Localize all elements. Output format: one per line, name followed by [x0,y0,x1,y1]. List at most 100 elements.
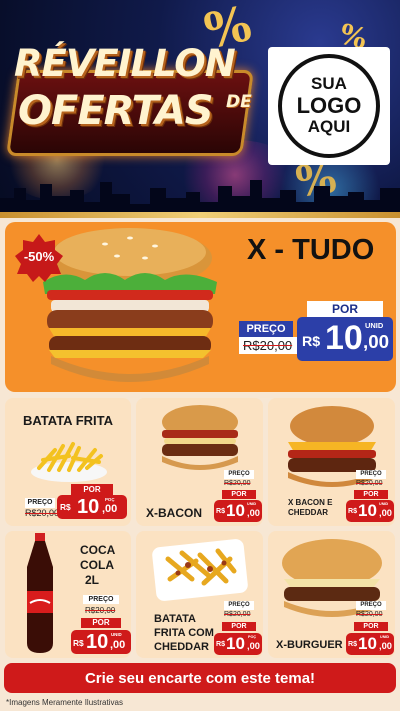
product-name-line-2: CHEDDAR [288,508,328,517]
price-integer: 10 [226,634,245,653]
preco-label: PREÇO [224,470,254,479]
hero-product-name: X - TUDO [247,234,375,266]
currency: R$ [348,640,358,648]
preco-label: PREÇO [25,498,55,508]
create-flyer-label: Crie seu encarte com este tema! [84,669,316,687]
unit-label: UNID [380,635,390,639]
currency: R$ [60,502,71,512]
burger-illustration [162,405,238,470]
price-tag: POR PREÇO R$20,00 R$ 10 ,00 POÇ [25,484,127,522]
currency: R$ [216,640,226,648]
currency: R$ [216,507,226,515]
por-label: POR [231,623,247,630]
price-cents: ,00 [247,641,260,651]
new-price: R$ 10 ,00 UNID [71,630,131,654]
product-name: X-BACON [146,506,202,520]
new-price: R$ 10 ,00 UNID [214,500,262,522]
preco-label: PREÇO [239,321,293,337]
product-name: BATATA FRITA [23,413,114,428]
event-title: RÉVEILLON OFERTAS DE [5,40,258,180]
create-flyer-button[interactable]: Crie seu encarte com este tema! [4,663,396,693]
currency: R$ [302,334,321,350]
por-label: POR [231,491,247,498]
product-card-coca-cola[interactable]: COCA COLA 2L PREÇO R$20,00 POR R$ 10 ,00… [5,531,131,658]
soda-bottle-illustration [27,533,53,653]
product-name-line-2: FRITA COM [154,627,214,639]
title-de: DE [226,92,252,112]
header-banner: % % % RÉVEILLON OFERTAS DE SUA LOGO AQUI [0,0,400,212]
hero-offer-card[interactable]: -50% X - TUDO POR PREÇO R$20,00 R$ 10 ,0… [5,222,396,392]
gold-divider [0,212,400,218]
por-label: POR [92,618,110,627]
por-label: POR [83,485,101,494]
price-tag: PREÇO R$20,00 POR R$ 10 ,00 UNID [71,593,131,655]
cheddar-fries-illustration [152,539,248,601]
old-price: R$20,00 [85,606,116,615]
unit-label: POÇ [105,497,115,502]
preco-label: PREÇO [83,595,119,604]
logo-circle: SUA LOGO AQUI [278,54,380,158]
product-name-line-2: COLA [80,558,114,572]
price-cents: ,00 [110,639,126,651]
price-integer: 10 [325,319,363,357]
product-name: X-BURGUER [276,639,343,651]
new-price: R$ 10 ,00 POÇ [214,633,262,655]
title-line-2: OFERTAS [18,88,214,134]
discount-badge-text: -50% [23,249,55,264]
product-name-line-1: COCA [80,543,116,557]
preco-label: PREÇO [356,601,386,610]
product-card-batata-cheddar[interactable]: BATATA FRITA COM CHEDDAR PREÇO R$20,00 P… [136,531,263,658]
old-price: R$20,00 [356,480,383,487]
preco-label: PREÇO [356,470,386,479]
price-cents: ,00 [102,503,118,515]
product-card-x-burguer[interactable]: X-BURGUER PREÇO R$20,00 POR R$ 10 ,00 UN… [268,531,395,658]
preco-label: PREÇO [224,601,254,610]
new-price: R$ 10 ,00 POÇ [57,495,127,519]
price-tag: PREÇO R$20,00 POR R$ 10 ,00 UNID [214,470,262,524]
price-cents: ,00 [379,641,392,651]
unit-label: UNID [365,321,384,330]
price-cents: ,00 [363,331,389,352]
old-price: R$20,00 [224,480,251,487]
product-name-line-1: X BACON E [288,498,333,507]
unit-label: POÇ [248,635,257,639]
currency: R$ [348,507,358,515]
old-price: R$20,00 [224,611,251,618]
por-label: POR [331,302,358,316]
price-integer: 10 [358,634,377,653]
new-price: R$ 10 ,00 UNID [346,500,394,522]
price-cents: ,00 [379,508,392,518]
product-card-x-bacon-cheddar[interactable]: X BACON E CHEDDAR PREÇO R$20,00 POR R$ 1… [268,398,395,526]
logo-text-line-3: AQUI [307,117,351,137]
product-card-batata-frita[interactable]: BATATA FRITA POR PREÇO R$20,00 R$ 10 ,00… [5,398,131,526]
product-name-line-3: 2L [85,573,100,587]
fries-illustration [31,442,107,482]
logo-text-line-1: SUA [311,74,347,94]
old-price: R$20,00 [25,508,60,518]
hero-new-price: R$ 10 ,00 UNID [297,317,393,361]
old-price: R$20,00 [356,611,383,618]
product-name-line-1: BATATA [154,613,196,625]
price-tag: PREÇO R$20,00 POR R$ 10 ,00 UNID [346,470,394,524]
hero-price-tag: POR PREÇO R$20,00 R$ 10 ,00 UNID [235,297,395,369]
price-tag: PREÇO R$20,00 POR R$ 10 ,00 POÇ [214,601,262,657]
price-integer: 10 [358,501,377,520]
city-skyline [0,180,400,212]
title-line-1: RÉVEILLON [14,42,236,85]
unit-label: UNID [111,632,122,637]
new-price: R$ 10 ,00 UNID [346,633,394,655]
price-tag: PREÇO R$20,00 POR R$ 10 ,00 UNID [346,601,394,657]
product-name-line-3: CHEDDAR [154,641,209,653]
currency: R$ [73,638,84,648]
unit-label: UNID [247,502,257,506]
old-price: R$20,00 [243,338,293,353]
unit-label: UNID [379,502,389,506]
logo-text-line-2: LOGO [296,92,362,118]
disclaimer-text: *Imagens Meramente Ilustrativas [6,698,123,707]
por-label: POR [363,491,379,498]
price-integer: 10 [77,496,100,518]
price-cents: ,00 [247,508,260,518]
por-label: POR [363,623,379,630]
price-integer: 10 [226,501,245,520]
product-card-x-bacon[interactable]: X-BACON PREÇO R$20,00 POR R$ 10 ,00 UNID [136,398,263,526]
